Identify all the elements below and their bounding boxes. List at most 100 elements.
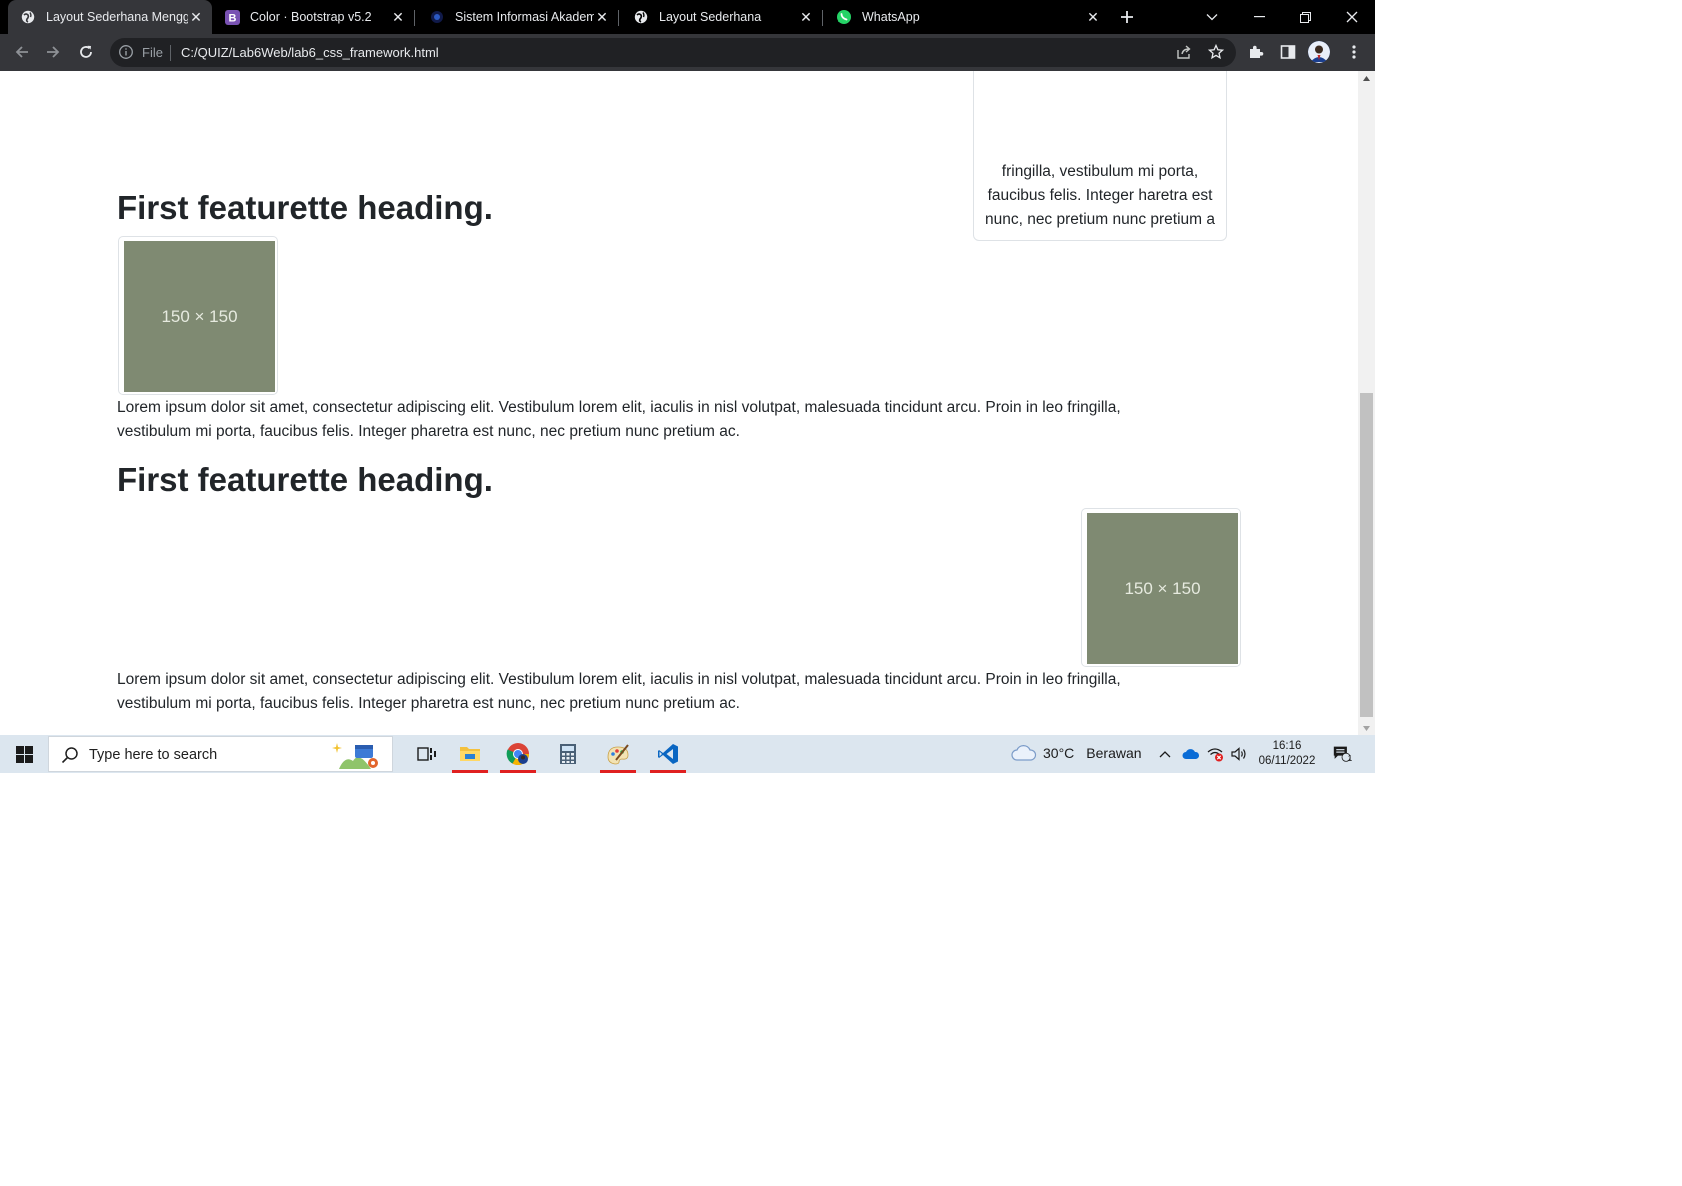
scroll-down-button[interactable] <box>1358 721 1375 735</box>
weather-widget[interactable]: 30°C Berawan <box>1011 745 1142 761</box>
weather-temp: 30°C <box>1043 745 1075 761</box>
featurette-image-2: 150 × 150 <box>1081 508 1241 667</box>
calculator-button[interactable] <box>546 735 590 773</box>
puzzle-icon <box>1250 45 1264 58</box>
search-icon <box>61 747 78 764</box>
profile-avatar[interactable] <box>1308 41 1330 63</box>
featurette-text-1: Lorem ipsum dolor sit amet, consectetur … <box>117 399 1121 440</box>
task-view-button[interactable] <box>405 735 449 773</box>
close-tab-icon[interactable]: ✕ <box>390 9 406 25</box>
close-tab-icon[interactable]: ✕ <box>594 9 610 25</box>
file-explorer-button[interactable] <box>448 735 492 773</box>
minimize-button[interactable] <box>1236 0 1282 34</box>
address-url[interactable]: C:/QUIZ/Lab6Web/lab6_css_framework.html <box>181 45 439 60</box>
browser-tab-strip: Layout Sederhana Menggunakan ✕ B Color ·… <box>0 0 1375 34</box>
windows-taskbar: Type here to search 30°C Berawan 16:16 0… <box>0 735 1375 773</box>
tab-sistem-informasi-akademik[interactable]: Sistem Informasi Akademik ✕ <box>415 0 618 34</box>
close-icon <box>1346 11 1357 23</box>
running-indicator <box>650 770 686 773</box>
side-panel-icon <box>1280 45 1296 59</box>
whatsapp-icon <box>836 9 852 25</box>
placeholder-image: 150 × 150 <box>1087 513 1238 664</box>
running-indicator <box>500 770 536 773</box>
scrollbar-thumb[interactable] <box>1360 393 1373 717</box>
featurette-heading-2: First featurette heading. <box>117 461 493 498</box>
tab-layout-sederhana[interactable]: Layout Sederhana ✕ <box>619 0 822 34</box>
screen: Layout Sederhana Menggunakan ✕ B Color ·… <box>0 0 1375 773</box>
extensions-button[interactable] <box>1244 40 1268 64</box>
placeholder-image: 150 × 150 <box>124 241 275 392</box>
close-tab-icon[interactable]: ✕ <box>188 9 204 25</box>
back-button[interactable] <box>10 40 34 64</box>
tab-whatsapp[interactable]: WhatsApp ✕ <box>823 0 1103 34</box>
reload-button[interactable] <box>74 40 98 64</box>
calculator-icon <box>560 744 576 764</box>
featurette-image-1: 150 × 150 <box>118 236 278 395</box>
menu-button[interactable] <box>1342 40 1366 64</box>
network-offline-icon <box>1207 748 1223 762</box>
globe-icon <box>20 9 36 25</box>
search-highlight-icon <box>332 743 378 769</box>
paint-button[interactable] <box>596 735 640 773</box>
forward-button[interactable] <box>41 40 65 64</box>
chrome-button[interactable] <box>496 735 540 773</box>
side-panel-button[interactable] <box>1276 40 1300 64</box>
start-button[interactable] <box>0 735 48 773</box>
address-bar[interactable]: File C:/QUIZ/Lab6Web/lab6_css_framework.… <box>110 38 1236 67</box>
vertical-scrollbar[interactable] <box>1358 71 1375 735</box>
featurette-heading-1: First featurette heading. <box>117 189 493 226</box>
chevron-down-icon <box>1206 14 1218 21</box>
arrow-right-icon <box>47 46 60 58</box>
search-placeholder: Type here to search <box>89 747 218 763</box>
tab-title: Color · Bootstrap v5.2 <box>250 10 372 24</box>
triangle-up-icon <box>1363 75 1370 81</box>
new-tab-button[interactable] <box>1115 0 1139 34</box>
share-icon <box>1177 45 1191 59</box>
system-clock[interactable]: 16:16 06/11/2022 <box>1252 739 1322 769</box>
star-icon <box>1208 44 1224 60</box>
share-button[interactable] <box>1172 40 1196 64</box>
windows-logo-icon <box>15 745 33 763</box>
tab-title: Layout Sederhana <box>659 10 762 24</box>
tab-title: Sistem Informasi Akademik <box>455 10 594 24</box>
vscode-button[interactable] <box>646 735 690 773</box>
featurette-text-2: Lorem ipsum dolor sit amet, consectetur … <box>117 671 1121 712</box>
show-hidden-icons-button[interactable] <box>1156 745 1174 763</box>
restore-button[interactable] <box>1282 0 1328 34</box>
task-view-icon <box>417 747 436 761</box>
running-indicator <box>600 770 636 773</box>
sidebar-card: fringilla, vestibulum mi porta, faucibus… <box>973 71 1227 241</box>
restore-icon <box>1299 11 1311 23</box>
onedrive-tray-button[interactable] <box>1182 745 1200 763</box>
action-center-button[interactable]: 1 <box>1333 745 1353 763</box>
close-tab-icon[interactable]: ✕ <box>1085 9 1101 25</box>
notification-count: 1 <box>1347 753 1353 763</box>
bookmark-button[interactable] <box>1204 40 1228 64</box>
address-scheme-label: File <box>142 45 163 60</box>
taskbar-search-box[interactable]: Type here to search <box>48 736 393 772</box>
university-icon <box>429 9 445 25</box>
globe-icon <box>633 9 649 25</box>
svg-text:B: B <box>228 12 236 24</box>
placeholder-label: 150 × 150 <box>161 306 238 326</box>
running-indicator <box>452 770 488 773</box>
bootstrap-icon: B <box>224 9 240 25</box>
clock-date: 06/11/2022 <box>1258 755 1316 767</box>
info-icon[interactable] <box>118 44 134 60</box>
network-tray-button[interactable] <box>1206 745 1224 763</box>
tab-title: WhatsApp <box>862 10 920 24</box>
chrome-icon <box>506 743 529 765</box>
speaker-icon <box>1231 747 1246 761</box>
vscode-icon <box>658 744 678 764</box>
close-window-button[interactable] <box>1328 0 1375 34</box>
tab-search-button[interactable] <box>1200 0 1224 34</box>
tab-bootstrap-color[interactable]: B Color · Bootstrap v5.2 ✕ <box>212 0 414 34</box>
clock-time: 16:16 <box>1272 740 1302 752</box>
tab-layout-sederhana-menggunakan[interactable]: Layout Sederhana Menggunakan ✕ <box>8 0 212 34</box>
volume-tray-button[interactable] <box>1230 745 1248 763</box>
scroll-up-button[interactable] <box>1358 71 1375 85</box>
close-tab-icon[interactable]: ✕ <box>798 9 814 25</box>
kebab-menu-icon <box>1352 45 1356 59</box>
arrow-left-icon <box>15 46 28 58</box>
paint-icon <box>607 744 629 765</box>
